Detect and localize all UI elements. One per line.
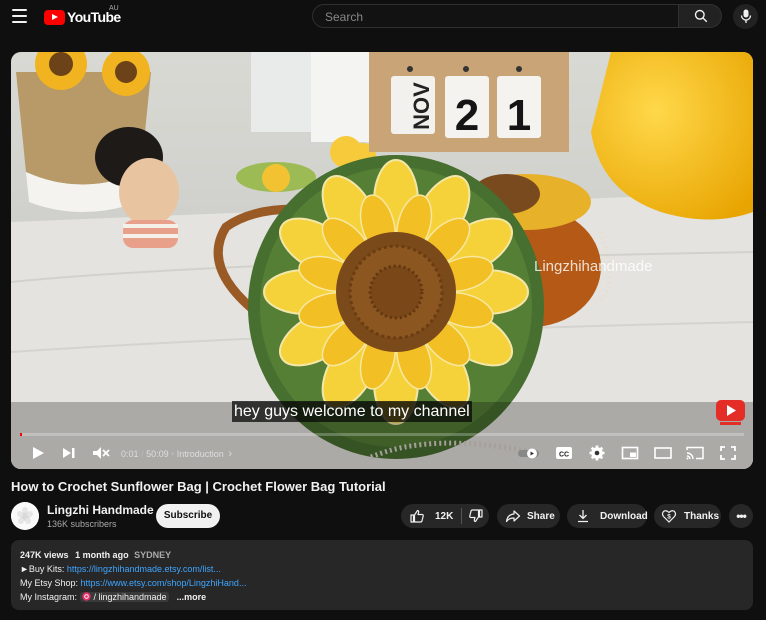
youtube-play-icon — [44, 9, 65, 25]
settings-icon[interactable] — [587, 444, 607, 462]
kits-label: ►Buy Kits: — [20, 564, 67, 574]
download-button[interactable]: Download — [567, 504, 648, 528]
country-code: AU — [109, 5, 119, 12]
menu-icon[interactable] — [12, 9, 27, 23]
shop-link[interactable]: https://www.etsy.com/shop/LingzhiHand... — [81, 578, 247, 588]
search-box — [312, 4, 678, 28]
instagram-link[interactable]: / lingzhihandmade — [79, 592, 169, 602]
next-icon[interactable] — [59, 444, 79, 462]
thumbs-down-icon[interactable] — [468, 508, 484, 524]
kits-link[interactable]: https://lingzhihandmade.etsy.com/list... — [67, 564, 221, 574]
masthead: YouTube AU — [0, 0, 766, 34]
download-icon — [578, 510, 588, 523]
instagram-handle: / lingzhihandmade — [93, 592, 167, 602]
duration: 50:09 — [146, 449, 169, 459]
subscribe-button[interactable]: Subscribe — [156, 504, 220, 528]
autoplay-toggle[interactable] — [517, 444, 541, 462]
channel-name[interactable]: Lingzhi Handmade — [47, 503, 154, 517]
chevron-right-icon[interactable]: › — [228, 448, 232, 460]
voice-search-button[interactable] — [733, 4, 758, 29]
thumbs-up-icon — [410, 509, 424, 523]
miniplayer-icon[interactable] — [620, 444, 640, 462]
search-icon — [694, 9, 708, 23]
instagram-icon — [81, 592, 91, 601]
more-horizontal-icon: ••• — [736, 509, 747, 523]
thanks-label: Thanks — [684, 510, 720, 522]
like-count: 12K — [435, 510, 454, 522]
calendar-day-ones: 1 — [507, 91, 531, 140]
share-label: Share — [527, 510, 555, 522]
channel-watermark: Lingzhihandmade — [534, 258, 653, 275]
shop-label: My Etsy Shop: — [20, 578, 81, 588]
super-thanks-icon: $ — [661, 510, 677, 523]
current-time: 0:01 — [121, 449, 139, 459]
video-title: How to Crochet Sunflower Bag | Crochet F… — [11, 479, 386, 494]
progress-fill — [20, 433, 23, 436]
share-button[interactable]: Share — [497, 504, 560, 528]
cc-icon[interactable]: CC — [554, 444, 574, 462]
instagram-label: My Instagram: — [20, 592, 80, 602]
like-divider — [461, 508, 463, 524]
search-button[interactable] — [678, 4, 722, 28]
time-display: 0:01 / 50:09 • Introduction › — [121, 448, 232, 460]
search-input[interactable] — [323, 9, 657, 25]
cast-icon[interactable] — [685, 444, 705, 462]
avatar-flower-icon — [11, 502, 39, 530]
subscribe-watermark-icon[interactable] — [716, 400, 745, 425]
progress-bar[interactable] — [20, 433, 744, 436]
calendar-month: NOV — [409, 82, 434, 130]
description-box[interactable]: 247K views 1 month ago SYDNEY ►Buy Kits:… — [11, 540, 753, 610]
like-button[interactable]: 12K — [409, 508, 453, 524]
like-dislike-group: 12K — [401, 504, 489, 528]
play-icon[interactable] — [28, 444, 48, 462]
closed-caption: hey guys welcome to my channel — [232, 401, 472, 422]
share-icon — [505, 510, 521, 523]
view-count: 247K views — [20, 550, 69, 560]
show-more-button[interactable]: ...more — [177, 592, 207, 602]
player-controls: 0:01 / 50:09 • Introduction › CC — [11, 440, 753, 466]
download-label: Download — [600, 510, 648, 522]
calendar-day-tens: 2 — [455, 91, 479, 140]
mute-icon[interactable] — [91, 444, 111, 462]
more-actions-button[interactable]: ••• — [729, 504, 753, 528]
svg-text:CC: CC — [559, 452, 569, 459]
upload-age: 1 month ago — [75, 550, 129, 560]
svg-text:$: $ — [667, 514, 671, 521]
channel-avatar[interactable] — [11, 502, 39, 530]
theater-mode-icon[interactable] — [653, 444, 673, 462]
subscriber-count: 136K subscribers — [47, 519, 117, 529]
location-tag[interactable]: SYDNEY — [134, 550, 171, 560]
video-player[interactable]: NOV 2 1 Lingzhihandmade hey guys welcome… — [11, 52, 753, 469]
fullscreen-icon[interactable] — [718, 444, 738, 462]
mic-icon — [740, 9, 752, 23]
thanks-button[interactable]: $ Thanks — [654, 504, 721, 528]
chapter-title[interactable]: Introduction — [177, 449, 224, 459]
